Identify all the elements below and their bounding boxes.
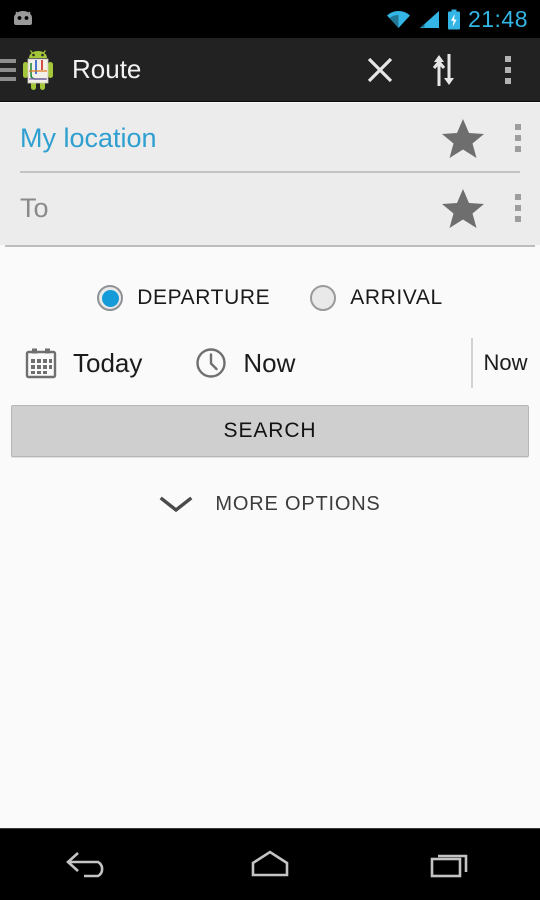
search-button-label: SEARCH [223,419,317,442]
nav-back-button[interactable] [0,847,180,881]
swap-endpoints-button[interactable] [412,38,476,102]
radio-arrival-indicator [310,285,337,311]
panel-bottom-divider [5,245,535,247]
origin-menu-button[interactable] [496,124,540,152]
status-bar-system-icons: 21:48 [386,5,528,32]
android-route-screen: 21:48 Route My location To DEPARTURE ARR… [0,0,540,900]
close-x-icon [367,57,393,82]
route-endpoints-panel: My location To [0,103,540,245]
time-picker-button[interactable]: Now [142,347,295,379]
clock-icon [196,348,227,378]
now-button-label: Now [483,350,528,375]
date-picker-button[interactable]: Today [0,347,142,379]
radio-departure-label: DEPARTURE [137,286,271,309]
action-bar: Route [0,38,540,102]
more-options-toggle[interactable]: MORE OPTIONS [0,486,540,522]
origin-input[interactable]: My location [0,124,430,152]
cellular-signal-icon [419,10,439,28]
destination-field-row[interactable]: To [0,173,540,243]
radio-arrival-label: ARRIVAL [350,286,443,309]
three-dots-vertical-icon [515,124,521,152]
battery-charging-icon [447,9,460,29]
destination-input[interactable]: To [0,194,430,222]
android-navigation-bar [0,828,540,900]
time-label: Now [243,347,296,378]
three-dots-vertical-icon [515,194,521,222]
clear-button[interactable] [348,38,412,102]
departure-arrival-radio-group: DEPARTURE ARRIVAL [0,270,540,326]
radio-departure-indicator [97,285,124,311]
nav-home-button[interactable] [180,847,360,881]
origin-favorite-button[interactable] [430,117,496,159]
android-route-app-icon [18,49,58,91]
star-icon [442,119,484,158]
status-bar: 21:48 [0,0,540,38]
home-icon [251,850,289,877]
destination-favorite-button[interactable] [430,187,496,229]
nav-recents-button[interactable] [360,847,540,881]
recents-icon [430,854,468,878]
swap-vertical-arrows-icon [432,53,454,86]
chevron-down-icon [160,496,193,513]
status-bar-clock: 21:48 [467,5,528,32]
date-label: Today [73,347,143,378]
more-options-label: MORE OPTIONS [215,492,381,515]
now-button[interactable]: Now [471,332,540,394]
calendar-icon [25,348,57,379]
datetime-row: Today Now Now [0,332,540,394]
status-bar-notifications [10,9,36,29]
star-icon [442,189,484,228]
origin-field-row[interactable]: My location [0,103,540,173]
destination-menu-button[interactable] [496,194,540,222]
action-bar-buttons [348,38,540,102]
page-title: Route [72,54,142,84]
search-button[interactable]: SEARCH [11,405,529,457]
three-dots-vertical-icon [505,55,511,84]
navbar-top-separator [0,828,540,829]
hamburger-menu-icon[interactable] [0,58,16,81]
radio-option-departure[interactable]: DEPARTURE [97,285,270,311]
radio-option-arrival[interactable]: ARRIVAL [310,285,443,311]
back-arrow-icon [66,852,104,878]
wifi-icon [386,10,410,28]
android-head-icon [14,11,32,25]
overflow-menu-button[interactable] [476,38,540,102]
